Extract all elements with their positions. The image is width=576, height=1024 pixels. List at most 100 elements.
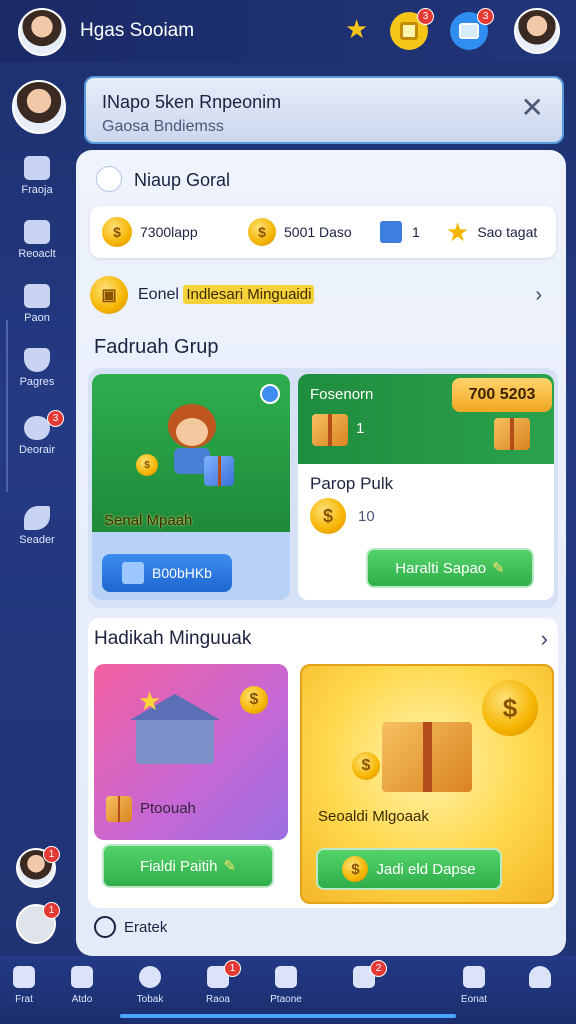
- section-title: Hadikah Minguuak: [94, 628, 252, 649]
- group-card[interactable]: $ Senal Mpaah B00bHKb: [92, 374, 290, 600]
- footer-link[interactable]: Eratek: [94, 916, 167, 938]
- gift-box-icon: [312, 414, 348, 446]
- box-count: 1: [356, 420, 365, 437]
- nav-label: Ptaone: [270, 994, 302, 1005]
- rail-item-leaf[interactable]: Seader: [0, 506, 74, 546]
- close-icon[interactable]: ✕: [521, 94, 544, 122]
- shield-icon: [24, 348, 50, 372]
- home-icon: [24, 156, 50, 180]
- notification-banner: INapo 5ken Rnpeonim Gaosa Bndiemss ✕: [84, 76, 564, 144]
- nav-item-events[interactable]: Eonat: [444, 966, 504, 1005]
- promo-row[interactable]: ▣ Eonel Indlesari Minguaidi ›: [90, 270, 556, 320]
- rail-item-label: Reoaclt: [18, 248, 56, 260]
- user-icon: [529, 966, 551, 988]
- send-icon: [96, 166, 122, 192]
- coin-icon: $: [240, 686, 268, 714]
- card-icon: [380, 221, 402, 243]
- promo-prefix: Eonel: [138, 286, 179, 303]
- group-section: $ Senal Mpaah B00bHKb Fosenorn 700 5203 …: [88, 368, 558, 608]
- gift-gold-button[interactable]: $ Jadi eld Dapse: [316, 848, 502, 890]
- star-icon[interactable]: ★: [345, 14, 368, 45]
- section-title: Fadruah Grup: [94, 336, 219, 358]
- cube-icon: [122, 562, 145, 584]
- nav-label: Raoa: [206, 994, 230, 1005]
- nav-label: Eonat: [460, 994, 488, 1005]
- nav-item-game[interactable]: Tobak: [120, 966, 180, 1005]
- coin-icon: $: [102, 217, 132, 247]
- settings-icon: [94, 916, 116, 938]
- profile-avatar[interactable]: [18, 8, 66, 56]
- stat-label: 1: [412, 224, 420, 240]
- banner-title: INapo 5ken Rnpeonim: [102, 92, 282, 112]
- coin-icon: $: [248, 218, 276, 246]
- nav-item-inbox[interactable]: 2: [334, 960, 394, 994]
- card-label: Ptoouah: [140, 800, 196, 817]
- notification-badge: 3: [477, 8, 494, 25]
- gallery-button[interactable]: 3: [450, 8, 494, 50]
- rail-item-pages[interactable]: Pagres: [0, 348, 74, 388]
- rail-item-shop[interactable]: Paon: [0, 284, 74, 324]
- rail-item-label: Paon: [24, 312, 50, 324]
- stat-stars[interactable]: ★ Sao tagat: [446, 206, 556, 258]
- group-offer-card[interactable]: Fosenorn 700 5203 1 Parop Pulk $ 10 Hara…: [298, 374, 554, 600]
- notification-badge: 2: [370, 960, 387, 977]
- offer-header-label: Fosenorn: [310, 386, 374, 403]
- nav-item-home[interactable]: Frat: [0, 966, 54, 1005]
- inbox-icon: 2: [353, 960, 387, 988]
- rail-item-label: Pagres: [19, 376, 55, 388]
- bot-avatar[interactable]: 1: [16, 902, 60, 944]
- coin-icon: $: [136, 454, 158, 476]
- info-icon[interactable]: [260, 384, 280, 404]
- card-label: Seoaldi Mlgoaak: [318, 808, 429, 825]
- stat-coins[interactable]: $ 7300lapp: [102, 206, 232, 258]
- coin-icon: $: [352, 752, 380, 780]
- rail-item-recent[interactable]: Reoaclt: [0, 220, 74, 260]
- price-tag: 700 5203: [452, 378, 552, 412]
- gift-icon: [463, 966, 485, 988]
- leaf-icon: [24, 506, 50, 530]
- stat-daily[interactable]: $ 5001 Daso: [248, 206, 388, 258]
- friend-avatar[interactable]: 1: [16, 846, 60, 888]
- stat-cards[interactable]: 1: [380, 206, 440, 258]
- box-icon: [204, 456, 234, 486]
- nav-active-indicator: [120, 1014, 456, 1018]
- group-card-button[interactable]: B00bHKb: [102, 554, 232, 592]
- rail-item-label: Seader: [19, 534, 55, 546]
- chevron-right-icon[interactable]: ›: [541, 626, 548, 652]
- rail-item-home[interactable]: Fraoja: [0, 156, 74, 196]
- nav-item-phone[interactable]: Ptaone: [256, 966, 316, 1005]
- stat-label: 5001 Daso: [284, 224, 352, 240]
- coin-icon: $: [342, 856, 369, 882]
- friend-avatar[interactable]: [514, 8, 560, 54]
- claim-button[interactable]: Haralti Sapao ✎: [366, 548, 534, 588]
- pencil-icon: ✎: [223, 858, 237, 875]
- gift-card[interactable]: ★ $ Ptoouah: [94, 664, 288, 840]
- notification-badge: 1: [224, 960, 241, 977]
- rocket-icon: 1: [207, 960, 241, 988]
- user-avatar[interactable]: [12, 80, 66, 134]
- gift-box-icon: [382, 722, 472, 792]
- nav-item-rocket[interactable]: 1 Raoa: [188, 960, 248, 1005]
- chat-icon: 3: [24, 410, 64, 440]
- panel-title: Niaup Goral: [134, 170, 231, 190]
- nav-item-list[interactable]: Atdo: [52, 966, 112, 1005]
- notification-badge: 3: [47, 410, 64, 427]
- gift-card-gold[interactable]: $ $ Seoaldi Mlgoaak $ Jadi eld Dapse: [300, 664, 554, 904]
- rail-item-chat[interactable]: 3 Deorair: [0, 410, 74, 456]
- stat-label: 7300lapp: [140, 224, 198, 240]
- chevron-right-icon[interactable]: ›: [535, 284, 542, 307]
- document-icon: [24, 220, 50, 244]
- rail-item-label: Deorair: [18, 444, 56, 456]
- coin-icon: $: [310, 498, 346, 534]
- gift-box-icon: ▣: [90, 276, 128, 314]
- gift-button[interactable]: 3: [390, 8, 434, 50]
- offer-subtitle: Parop Pulk: [310, 474, 394, 493]
- rail-item-label: Fraoja: [21, 184, 53, 196]
- promo-highlight: Indlesari Minguaidi: [183, 285, 315, 304]
- image-icon: [459, 23, 479, 39]
- notification-badge: 1: [43, 902, 60, 919]
- nav-item-profile[interactable]: [510, 966, 570, 994]
- rail-divider: [6, 320, 8, 492]
- shop-icon: [24, 284, 50, 308]
- gift-claim-button[interactable]: Fialdi Paitih ✎: [102, 844, 274, 888]
